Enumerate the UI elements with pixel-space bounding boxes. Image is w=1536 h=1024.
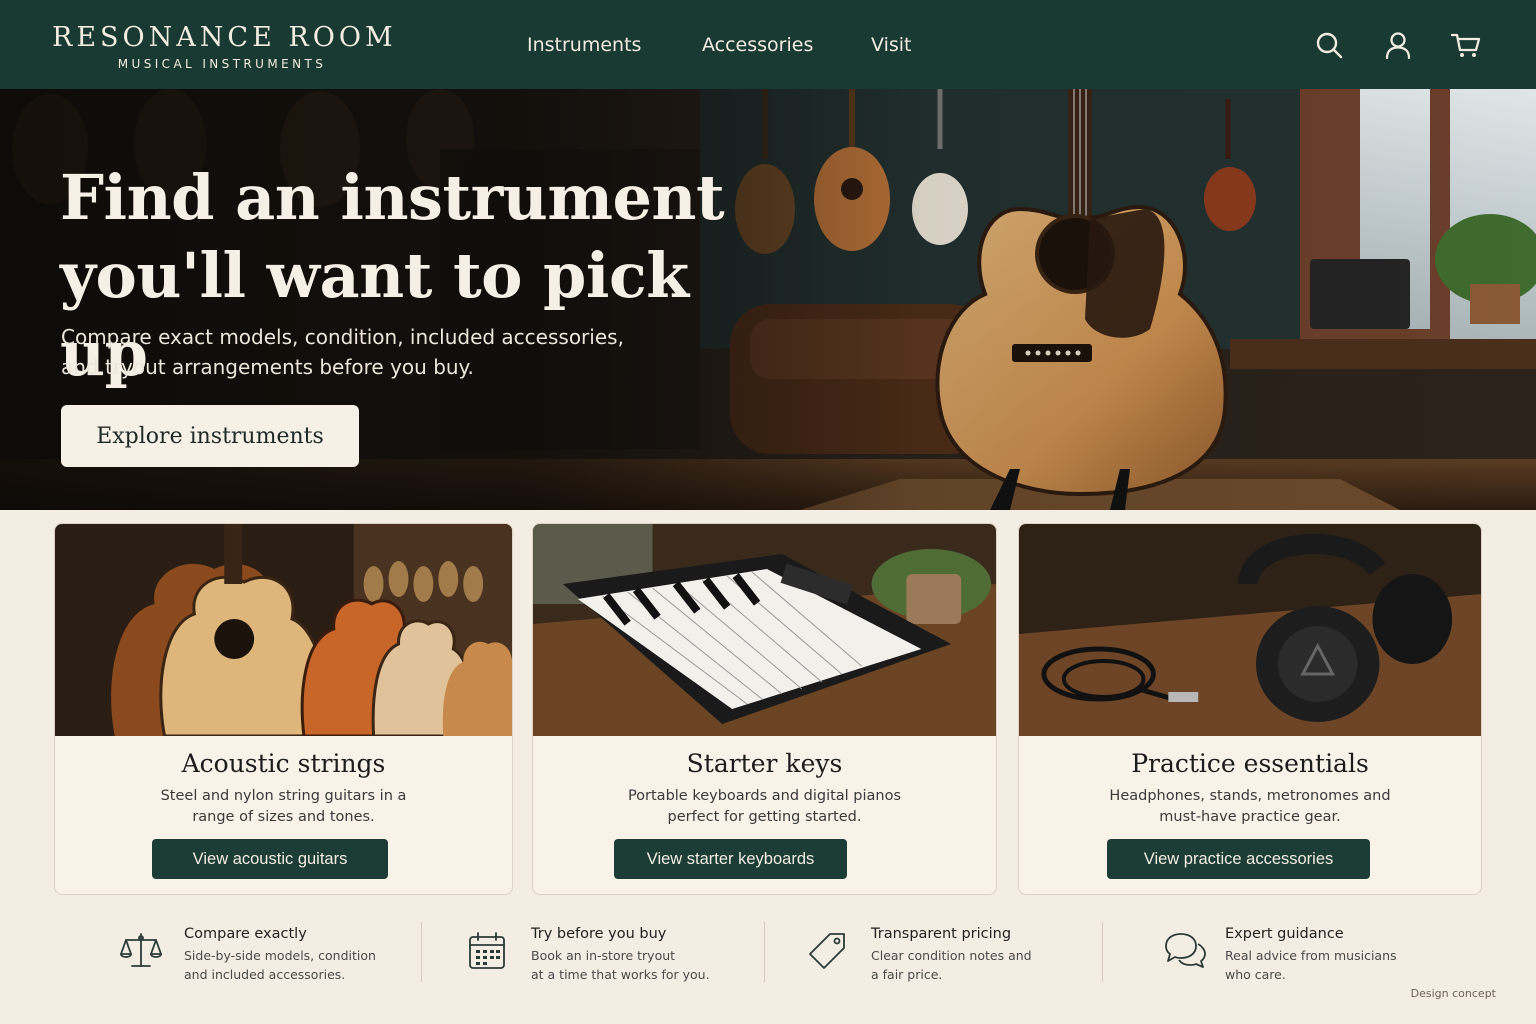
hero-subtitle-line-1: Compare exact models, condition, include… [61,325,624,349]
headphones-image [1019,524,1481,736]
chat-bubbles-icon [1165,933,1206,968]
explore-instruments-button[interactable]: Explore instruments [61,405,359,467]
feature-description-line-1: Side-by-side models, condition [184,948,376,963]
feature-description: Book an in-store tryout at a time that w… [531,946,710,984]
feature-title: Try before you buy [531,926,667,942]
nav-visit[interactable]: Visit [871,34,912,56]
feature-divider [764,922,765,982]
scale-icon [120,933,162,967]
price-tag-icon [809,933,845,969]
card-description: Headphones, stands, metronomes and must-… [1019,786,1481,828]
hero-banner: Find an instrument you'll want to pick u… [0,89,1536,510]
card-description-line-2: must-have practice gear. [1159,809,1341,825]
card-description-line-1: Portable keyboards and digital pianos [627,788,902,804]
view-acoustic-guitars-button[interactable]: View acoustic guitars [152,839,388,879]
calendar-icon [469,932,505,969]
design-concept-note: Design concept [1410,987,1496,1000]
logo-subtitle: MUSICAL INSTRUMENTS [117,57,327,71]
site-header: RESONANCE ROOM MUSICAL INSTRUMENTS Instr… [0,0,1536,89]
account-icon[interactable] [1382,29,1414,61]
feature-title: Expert guidance [1225,926,1344,942]
nav-instruments[interactable]: Instruments [527,34,641,56]
feature-title: Compare exactly [184,926,307,942]
card-description-line-2: range of sizes and tones. [192,809,375,825]
nav-accessories[interactable]: Accessories [702,34,813,56]
card-title: Practice essentials [1131,749,1369,778]
feature-description: Clear condition notes and a fair price. [871,946,1032,984]
feature-description: Side-by-side models, condition and inclu… [184,946,376,984]
category-card-keyboards: Starter keys Portable keyboards and digi… [532,523,997,895]
feature-description-line-2: a fair price. [871,967,943,982]
view-starter-keyboards-button[interactable]: View starter keyboards [614,839,847,879]
feature-divider [1102,922,1103,982]
feature-divider [421,922,422,982]
category-card-acoustic: Acoustic strings Steel and nylon string … [54,523,513,895]
feature-description-line-1: Real advice from musicians [1225,948,1397,963]
hero-subtitle-line-2: and tryout arrangements before you buy. [61,355,474,379]
feature-description-line-2: and included accessories. [184,967,346,982]
logo[interactable]: RESONANCE ROOM MUSICAL INSTRUMENTS [52,22,397,71]
feature-description-line-1: Clear condition notes and [871,948,1032,963]
feature-description-line-2: who care. [1225,967,1286,982]
feature-description-line-2: at a time that works for you. [531,967,710,982]
feature-description-line-1: Book an in-store tryout [531,948,676,963]
card-description-line-1: Steel and nylon string guitars in a [160,788,407,804]
search-icon[interactable] [1313,29,1345,61]
cart-icon[interactable] [1450,29,1482,61]
acoustic-guitars-image [55,524,512,736]
card-description: Steel and nylon string guitars in a rang… [55,786,512,828]
card-description-line-1: Headphones, stands, metronomes and [1109,788,1391,804]
hero-subtitle: Compare exact models, condition, include… [61,322,641,382]
card-description-line-2: perfect for getting started. [667,809,862,825]
category-card-practice: Practice essentials Headphones, stands, … [1018,523,1482,895]
card-title: Starter keys [686,749,843,778]
feature-description: Real advice from musicians who care. [1225,946,1397,984]
feature-title: Transparent pricing [871,926,1012,942]
card-description: Portable keyboards and digital pianos pe… [533,786,996,828]
starter-keyboard-image [533,524,996,736]
hero-title-line-1: Find an instrument [60,161,725,234]
logo-title: RESONANCE ROOM [52,22,397,53]
card-title: Acoustic strings [181,749,386,778]
view-practice-accessories-button[interactable]: View practice accessories [1107,839,1370,879]
